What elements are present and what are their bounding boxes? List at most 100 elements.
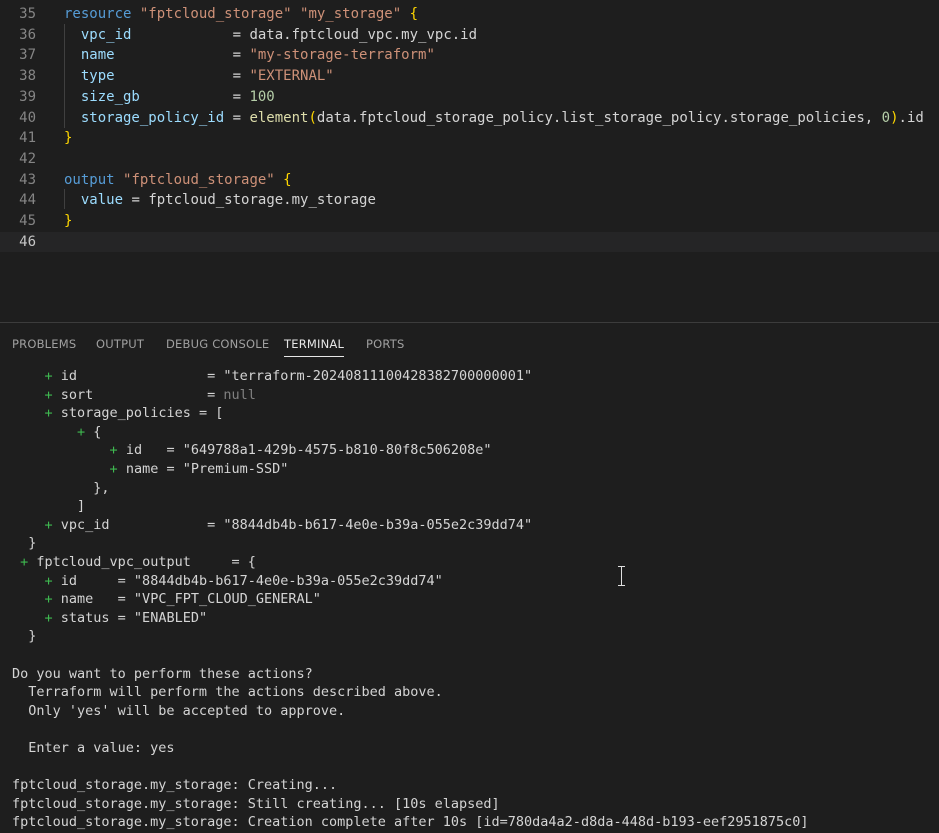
code-line[interactable]: 41} [0,128,939,149]
code-line[interactable]: 45} [0,211,939,232]
terminal-line: + id = "8844db4b-b617-4e0e-b39a-055e2c39… [12,572,932,591]
terminal-line: } [12,627,932,646]
terminal-text: sort = [52,386,224,403]
terminal-line: Do you want to perform these actions? [12,665,932,684]
code-line[interactable]: 35 resource "fptcloud_storage" "my_storag… [0,4,939,25]
plus-sign: + [109,460,118,477]
terminal-line: + name = "VPC_FPT_CLOUD_GENERAL" [12,590,932,609]
terminal-text: vpc_id = "8844db4b-b617-4e0e-b39a-055e2c… [52,516,533,533]
code-token: vpc_id [80,26,132,43]
tab-terminal[interactable]: TERMINAL [284,337,345,357]
terminal-line: fptcloud_storage.my_storage: Still creat… [12,795,932,814]
line-number: 38 [19,68,36,85]
code-text: resource "fptcloud_storage" "my_storage"… [64,4,418,25]
terminal-line: Only 'yes' will be accepted to approve. [12,702,932,721]
panel-tab-bar: PROBLEMS OUTPUT DEBUG CONSOLE TERMINAL PORTS [0,323,939,363]
code-token: fptcloud_storage.my_storage [148,192,376,209]
code-token: } [64,130,73,147]
terminal-line: + name = "Premium-SSD" [12,460,932,479]
code-token: "fptcloud_storage" [139,6,292,22]
code-token: data.fptcloud_vpc.my_vpc.id [249,26,478,43]
terminal-text: Only 'yes' will be accepted to approve. [12,702,346,719]
code-text: storage_policy_id = element(data.fptclou… [64,108,924,129]
code-token: data.fptcloud_storage_policy.list_storag… [316,109,882,126]
code-token: = [224,109,250,126]
terminal-line: + fptcloud_vpc_output = { [12,553,932,572]
terminal-text: } [12,628,37,645]
code-text: type = "EXTERNAL" [64,66,334,87]
terminal-text: { [85,423,102,440]
plus-sign: + [44,405,53,422]
code-token: } [64,213,73,229]
code-line[interactable]: 42 [0,149,939,170]
plus-sign: + [44,368,53,384]
terminal-line: Terraform will perform the actions descr… [12,683,932,702]
line-number: 40 [19,109,36,126]
terminal-text: fptcloud_storage.my_storage: Creation co… [12,814,809,831]
code-line[interactable]: 43 output "fptcloud_storage" { [0,170,939,191]
terminal-text: name = "VPC_FPT_CLOUD_GENERAL" [52,591,321,608]
code-token: = [114,47,250,64]
code-token: { [283,171,292,188]
terminal-line: fptcloud_storage.my_storage: Creation co… [12,813,932,832]
terminal-line: + status = "ENABLED" [12,609,932,628]
code-line[interactable]: 46 [0,231,939,253]
code-line[interactable]: 38 type = "EXTERNAL" [0,66,939,87]
line-number: 36 [19,26,36,43]
terminal-output[interactable]: + id = "terraform-2024081110042838270000… [12,367,932,833]
line-number: 42 [19,150,36,167]
plus-sign: + [44,516,53,533]
code-editor[interactable]: 35 resource "fptcloud_storage" "my_storag… [0,0,939,322]
terminal-line: + sort = null [12,386,932,405]
code-token: name [80,47,115,64]
tab-output[interactable]: OUTPUT [96,337,144,351]
plus-sign: + [77,423,86,440]
terminal-text: null [223,386,256,403]
code-text: size_gb = 100 [64,87,275,108]
code-token: { [409,6,419,22]
text-cursor-icon [617,566,627,586]
code-token: size_gb [80,88,140,105]
code-token: "EXTERNAL" [249,68,334,85]
code-line[interactable]: 40 storage_policy_id = element(data.fptc… [0,108,939,129]
code-token: 100 [249,88,275,105]
terminal-line: + storage_policies = [ [12,404,932,423]
tab-problems[interactable]: PROBLEMS [12,337,76,351]
code-token: resource [64,6,140,22]
terminal-text: storage_policies = [ [52,405,224,422]
line-number: 44 [19,192,36,209]
terminal-line: + id = "terraform-2024081110042838270000… [12,367,932,386]
code-token: element [249,109,309,126]
terminal-text: fptcloud_vpc_output = { [28,553,256,570]
terminal-line: + id = "649788a1-429b-4575-b810-80f8c506… [12,441,932,460]
plus-sign: + [44,386,53,403]
code-token: output [64,171,124,188]
code-line[interactable]: 44 value = fptcloud_storage.my_storage [0,190,939,211]
tab-debug-console[interactable]: DEBUG CONSOLE [166,337,269,351]
code-line[interactable]: 37 name = "my-storage-terraform" [0,45,939,66]
terminal-line: }, [12,479,932,498]
code-token: storage_policy_id [80,109,225,126]
tab-ports[interactable]: PORTS [366,337,404,351]
code-line[interactable]: 39 size_gb = 100 [0,87,939,108]
code-text: output "fptcloud_storage" { [64,170,292,191]
code-line[interactable]: 36 vpc_id = data.fptcloud_vpc.my_vpc.id [0,25,939,46]
terminal-text: Terraform will perform the actions descr… [12,684,443,701]
